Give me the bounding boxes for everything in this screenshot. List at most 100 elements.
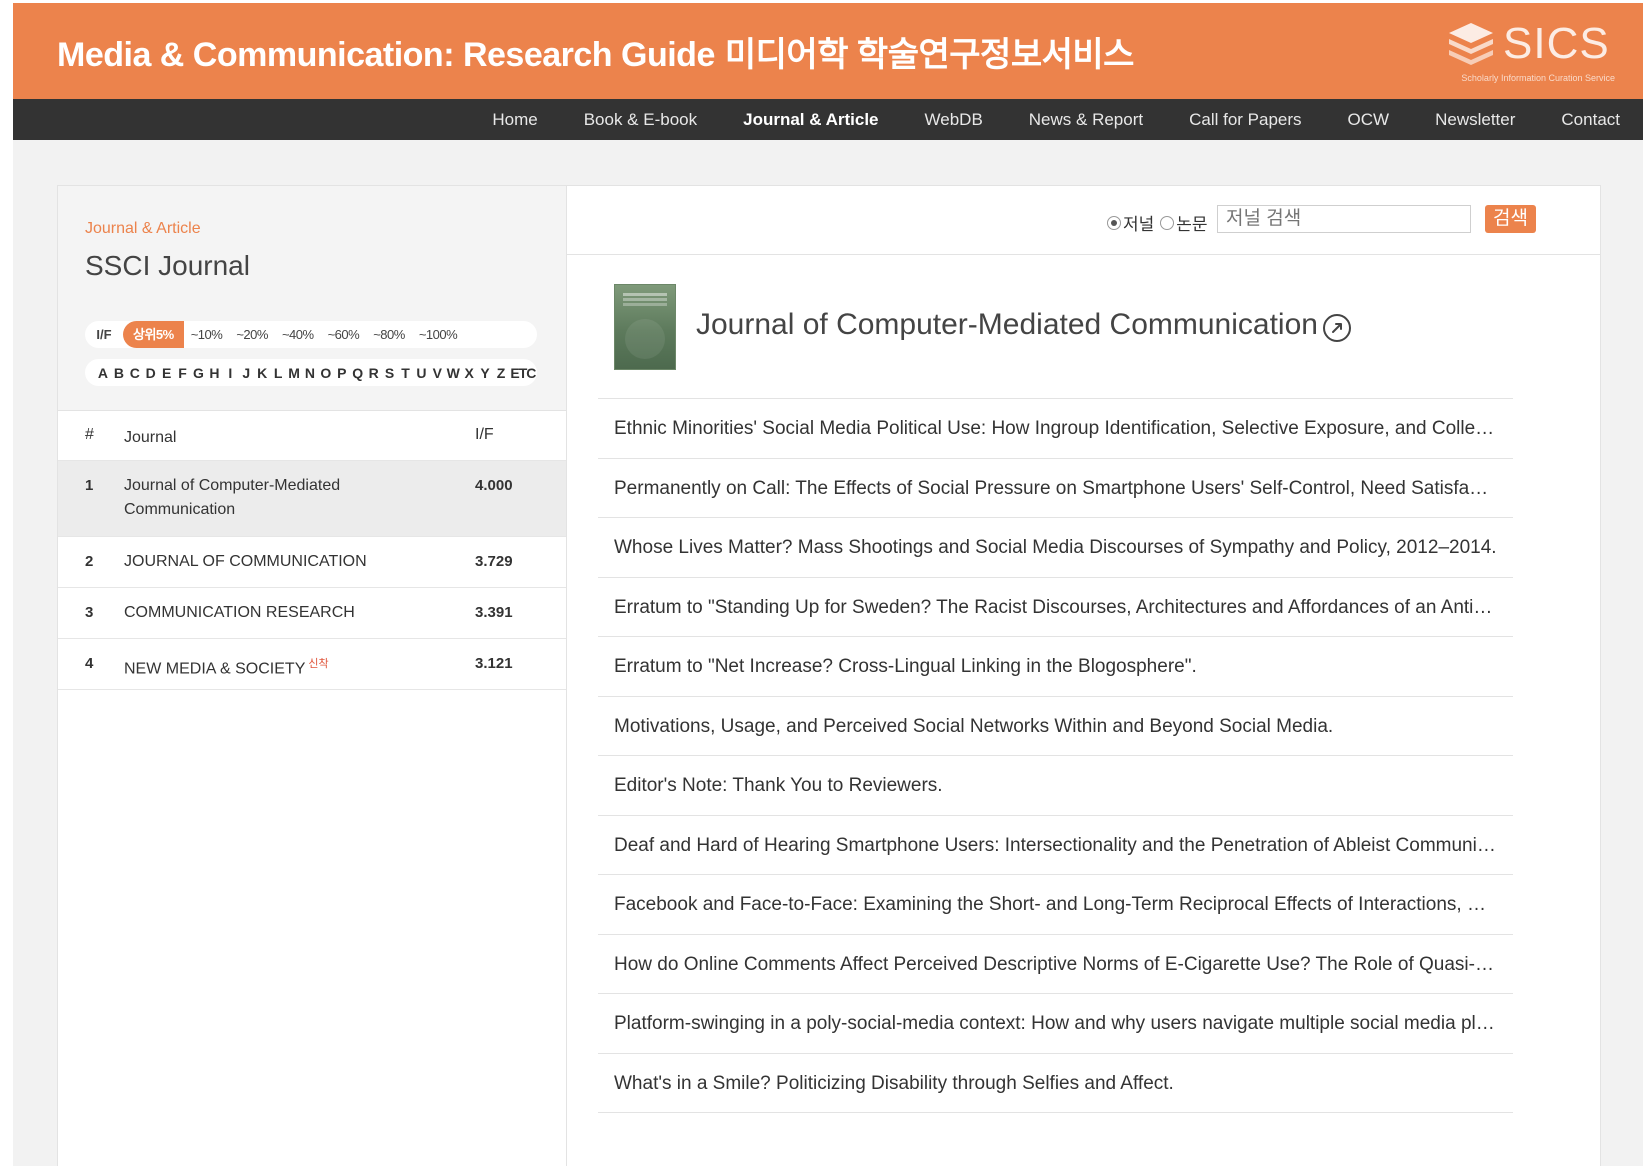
alphabet-filter-e[interactable]: E <box>159 365 175 381</box>
journal-row[interactable]: 1 Journal of Computer-Mediated Communica… <box>58 461 566 537</box>
external-link-icon[interactable] <box>1323 314 1351 342</box>
nav-contact[interactable]: Contact <box>1538 99 1643 140</box>
article-link[interactable]: Ethnic Minorities' Social Media Politica… <box>598 399 1513 459</box>
if-filter-10[interactable]: ~10% <box>184 321 230 348</box>
main-nav-bar: Home Book & E-book Journal & Article Web… <box>13 99 1643 140</box>
search-button[interactable]: 검색 <box>1485 205 1536 233</box>
alphabet-filter-k[interactable]: K <box>254 365 270 381</box>
alphabet-filter-p[interactable]: P <box>334 365 350 381</box>
journal-name[interactable]: Journal of Computer-Mediated Communicati… <box>124 474 394 522</box>
journal-name[interactable]: JOURNAL OF COMMUNICATION <box>124 550 394 574</box>
journal-header: Journal of Computer-Mediated Communicati… <box>598 282 1513 399</box>
alphabet-filter-etc[interactable]: ETC <box>509 365 537 381</box>
alphabet-filter-l[interactable]: L <box>270 365 286 381</box>
journal-if: 4.000 <box>475 477 513 494</box>
alphabet-filter-r[interactable]: R <box>366 365 382 381</box>
journal-if: 3.121 <box>475 655 513 672</box>
nav-webdb[interactable]: WebDB <box>902 99 1006 140</box>
article-link[interactable]: How do Online Comments Affect Perceived … <box>598 935 1513 994</box>
alphabet-filter-x[interactable]: X <box>461 365 477 381</box>
alphabet-filter-o[interactable]: O <box>318 365 334 381</box>
radio-paper-label[interactable]: 논문 <box>1176 210 1207 235</box>
alphabet-filter-bar: A B C D E F G H I J K L M N O P Q R S T U V W X Y Z ETC <box>85 359 537 386</box>
site-title[interactable]: Media & Communication: Research Guide 미디어… <box>57 27 1134 76</box>
site-title-en: Media & Communication: Research Guide <box>57 36 715 74</box>
alphabet-filter-a[interactable]: A <box>95 365 111 381</box>
alphabet-filter-m[interactable]: M <box>286 365 302 381</box>
if-filter-40[interactable]: ~40% <box>275 321 321 348</box>
nav-home[interactable]: Home <box>469 99 560 140</box>
if-filter-100[interactable]: ~100% <box>412 321 464 348</box>
journal-name[interactable]: COMMUNICATION RESEARCH <box>124 601 394 625</box>
journal-row[interactable]: 4 NEW MEDIA & SOCIETY 신착 3.121 <box>58 639 566 690</box>
search-input[interactable] <box>1217 205 1471 233</box>
new-badge: 신착 <box>308 658 329 670</box>
article-link[interactable]: Editor's Note: Thank You to Reviewers. <box>598 756 1513 816</box>
alphabet-filter-d[interactable]: D <box>143 365 159 381</box>
nav-journal-article[interactable]: Journal & Article <box>720 99 901 140</box>
if-filter-bar: I/F 상위5% ~10% ~20% ~40% ~60% ~80% ~100% <box>85 321 537 348</box>
layers-logo-icon <box>1449 23 1493 65</box>
article-link[interactable]: What's in a Smile? Politicizing Disabili… <box>598 1054 1513 1113</box>
logo-tagline: Scholarly Information Curation Service <box>1461 73 1615 83</box>
journal-sidebar: Journal & Article SSCI Journal I/F 상위5% … <box>58 186 567 1166</box>
nav-ocw[interactable]: OCW <box>1325 99 1413 140</box>
alphabet-filter-q[interactable]: Q <box>350 365 366 381</box>
nav-book-ebook[interactable]: Book & E-book <box>561 99 720 140</box>
sidebar-title: SSCI Journal <box>85 250 250 281</box>
radio-journal-label[interactable]: 저널 <box>1123 210 1154 235</box>
nav-newsletter[interactable]: Newsletter <box>1412 99 1538 140</box>
journal-row[interactable]: 3 COMMUNICATION RESEARCH 3.391 <box>58 588 566 639</box>
article-link[interactable]: Erratum to "Standing Up for Sweden? The … <box>598 578 1513 637</box>
alphabet-filter-t[interactable]: T <box>398 365 414 381</box>
nav-call-for-papers[interactable]: Call for Papers <box>1166 99 1324 140</box>
alphabet-filter-j[interactable]: J <box>238 365 254 381</box>
site-title-ko: 미디어학 학술연구정보서비스 <box>724 36 1135 74</box>
article-link[interactable]: Erratum to "Net Increase? Cross-Lingual … <box>598 637 1513 697</box>
journal-if: 3.391 <box>475 604 513 621</box>
col-header-if: I/F <box>475 426 494 443</box>
if-filter-label: I/F <box>96 327 112 342</box>
if-filter-80[interactable]: ~80% <box>366 321 412 348</box>
alphabet-filter-z[interactable]: Z <box>493 365 509 381</box>
site-header: Media & Communication: Research Guide 미디어… <box>13 3 1643 99</box>
journal-name[interactable]: NEW MEDIA & SOCIETY 신착 <box>124 652 394 681</box>
article-link[interactable]: Platform-swinging in a poly-social-media… <box>598 994 1513 1054</box>
alphabet-filter-f[interactable]: F <box>175 365 191 381</box>
radio-journal[interactable] <box>1107 215 1121 230</box>
content-panel: Journal & Article SSCI Journal I/F 상위5% … <box>57 185 1601 1166</box>
alphabet-filter-u[interactable]: U <box>413 365 429 381</box>
alphabet-filter-i[interactable]: I <box>222 365 238 381</box>
journal-rank: 2 <box>85 553 94 570</box>
journal-detail: 저널 논문 검색 Journal of Computer-Mediated Co… <box>567 186 1600 1166</box>
alphabet-filter-w[interactable]: W <box>445 365 461 381</box>
alphabet-filter-y[interactable]: Y <box>477 365 493 381</box>
journal-table: # Journal I/F 1 Journal of Computer-Medi… <box>58 412 566 690</box>
alphabet-filter-h[interactable]: H <box>206 365 222 381</box>
alphabet-filter-s[interactable]: S <box>382 365 398 381</box>
breadcrumb[interactable]: Journal & Article <box>85 220 201 238</box>
article-link[interactable]: Permanently on Call: The Effects of Soci… <box>598 459 1513 518</box>
if-filter-top5[interactable]: 상위5% <box>123 321 184 348</box>
article-link[interactable]: Whose Lives Matter? Mass Shootings and S… <box>598 518 1513 578</box>
col-header-journal: Journal <box>124 429 177 446</box>
article-link[interactable]: Facebook and Face-to-Face: Examining the… <box>598 875 1513 935</box>
page-frame: Media & Communication: Research Guide 미디어… <box>13 3 1643 1166</box>
alphabet-filter-c[interactable]: C <box>127 365 143 381</box>
journal-table-header: # Journal I/F <box>58 412 566 461</box>
article-link[interactable]: Motivations, Usage, and Perceived Social… <box>598 697 1513 756</box>
journal-row[interactable]: 2 JOURNAL OF COMMUNICATION 3.729 <box>58 537 566 588</box>
radio-paper[interactable] <box>1160 215 1175 230</box>
article-link[interactable]: Deaf and Hard of Hearing Smartphone User… <box>598 816 1513 875</box>
if-filter-60[interactable]: ~60% <box>321 321 367 348</box>
alphabet-filter-b[interactable]: B <box>111 365 127 381</box>
nav-news-report[interactable]: News & Report <box>1006 99 1166 140</box>
journal-rank: 1 <box>85 477 94 494</box>
alphabet-filter-n[interactable]: N <box>302 365 318 381</box>
alphabet-filter-v[interactable]: V <box>429 365 445 381</box>
col-header-num: # <box>85 426 94 443</box>
main-nav: Home Book & E-book Journal & Article Web… <box>469 99 1643 140</box>
alphabet-filter-g[interactable]: G <box>191 365 207 381</box>
if-filter-20[interactable]: ~20% <box>229 321 275 348</box>
sics-logo[interactable]: SICS Scholarly Information Curation Serv… <box>1445 17 1615 87</box>
